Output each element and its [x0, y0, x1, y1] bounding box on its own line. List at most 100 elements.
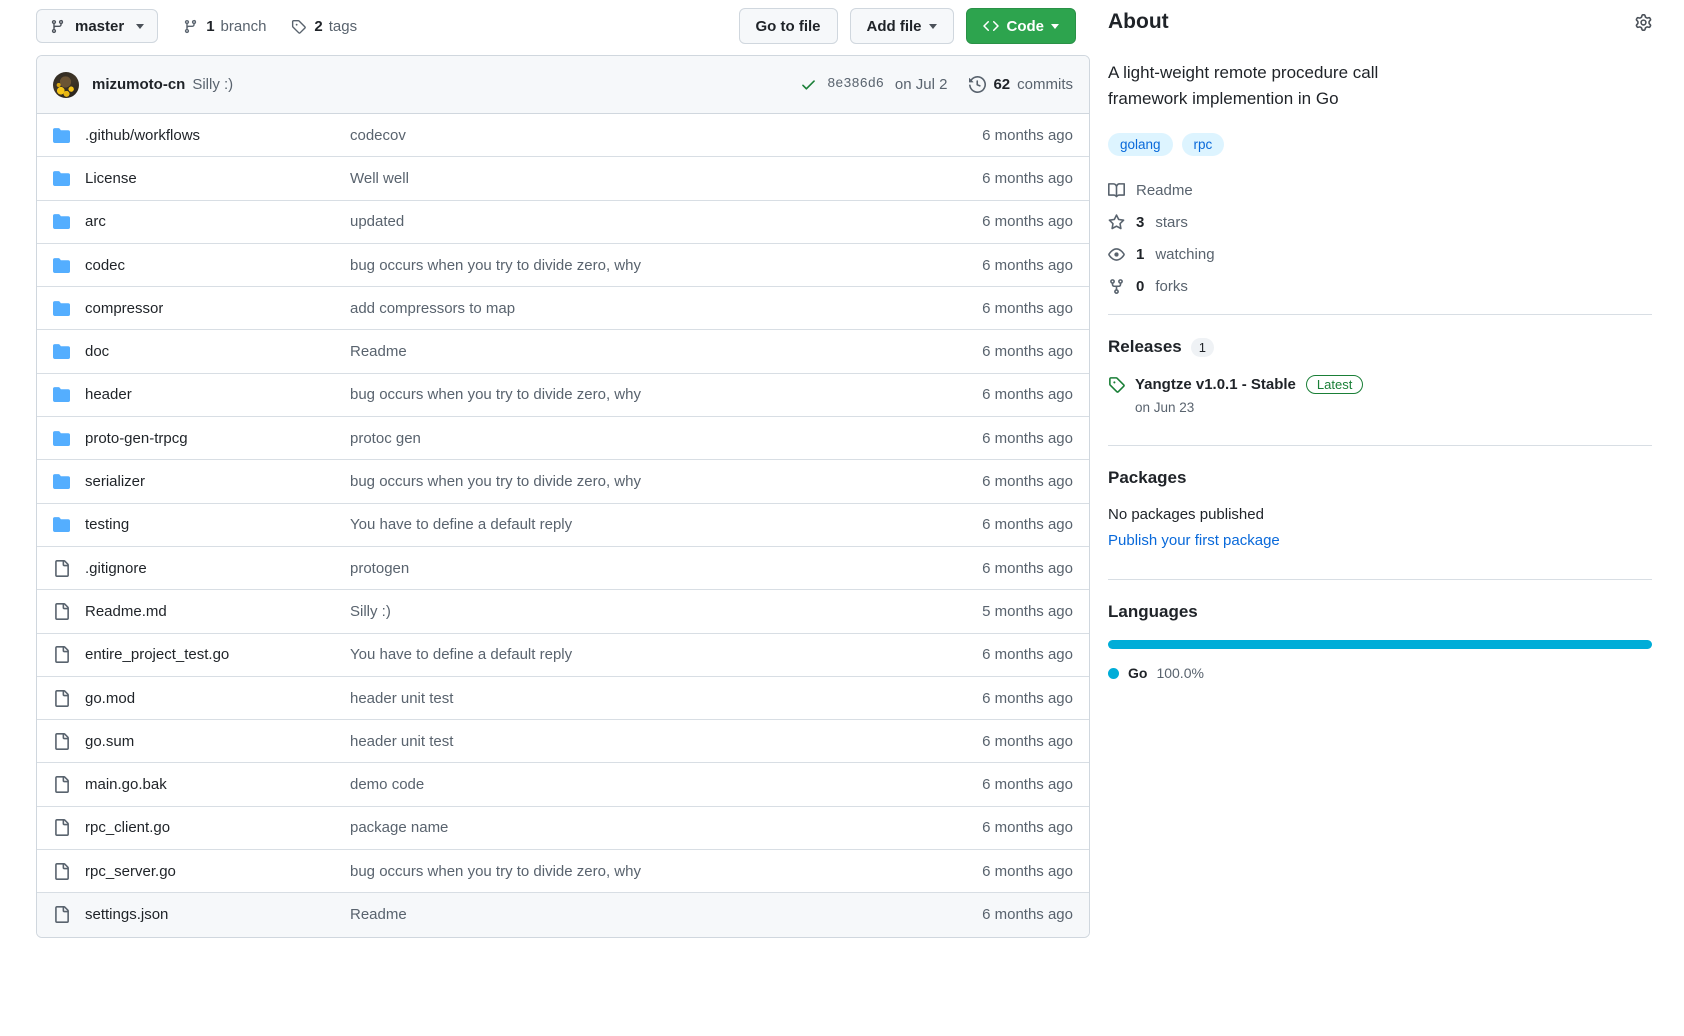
- file-name[interactable]: settings.json: [85, 906, 168, 923]
- stat-label: stars: [1155, 214, 1188, 231]
- table-row[interactable]: Readme.md Silly :) 5 months ago: [37, 590, 1089, 634]
- commit-author[interactable]: mizumoto-cn: [92, 76, 185, 93]
- file-name[interactable]: compressor: [85, 300, 163, 317]
- file-name[interactable]: arc: [85, 213, 106, 230]
- table-row[interactable]: settings.json Readme 6 months ago: [37, 893, 1089, 937]
- table-row[interactable]: go.sum header unit test 6 months ago: [37, 720, 1089, 764]
- commit-message[interactable]: codecov: [350, 127, 982, 144]
- commit-message[interactable]: demo code: [350, 776, 982, 793]
- about-stat-Readme[interactable]: Readme: [1108, 182, 1652, 199]
- commit-message[interactable]: Readme: [350, 906, 982, 923]
- table-row[interactable]: serializer bug occurs when you try to div…: [37, 460, 1089, 504]
- file-name[interactable]: entire_project_test.go: [85, 646, 229, 663]
- tag-icon: [1108, 376, 1125, 393]
- file-name[interactable]: rpc_server.go: [85, 863, 176, 880]
- file-name[interactable]: testing: [85, 516, 129, 533]
- file-name-cell: main.go.bak: [53, 776, 350, 794]
- file-name[interactable]: .gitignore: [85, 560, 147, 577]
- table-row[interactable]: .github/workflows codecov 6 months ago: [37, 114, 1089, 158]
- commit-message[interactable]: header unit test: [350, 733, 982, 750]
- latest-release[interactable]: Yangtze v1.0.1 - Stable Latest: [1108, 375, 1652, 394]
- commit-message[interactable]: package name: [350, 819, 982, 836]
- releases-title[interactable]: Releases: [1108, 337, 1182, 357]
- table-row[interactable]: main.go.bak demo code 6 months ago: [37, 763, 1089, 807]
- table-row[interactable]: testing You have to define a default repl…: [37, 504, 1089, 547]
- repository-page: master 1 branch 2 tags Go to file Add fi…: [0, 0, 1684, 1036]
- commit-message[interactable]: updated: [350, 213, 982, 230]
- table-row[interactable]: codec bug occurs when you try to divide z…: [37, 244, 1089, 288]
- commit-message[interactable]: bug occurs when you try to divide zero, …: [350, 386, 982, 403]
- file-name[interactable]: Readme.md: [85, 603, 167, 620]
- file-name[interactable]: License: [85, 170, 137, 187]
- file-icon: [53, 906, 70, 924]
- table-row[interactable]: compressor add compressors to map 6 months…: [37, 287, 1089, 331]
- commit-message[interactable]: add compressors to map: [350, 300, 982, 317]
- table-row[interactable]: .gitignore protogen 6 months ago: [37, 547, 1089, 591]
- table-row[interactable]: proto-gen-trpcg protoc gen 6 months ago: [37, 417, 1089, 461]
- language-legend-item[interactable]: Go 100.0%: [1108, 665, 1652, 681]
- tags-count-link[interactable]: 2 tags: [291, 18, 357, 35]
- star-icon: [1108, 214, 1125, 231]
- packages-title[interactable]: Packages: [1108, 468, 1186, 488]
- file-name[interactable]: .github/workflows: [85, 127, 200, 144]
- table-row[interactable]: License Well well 6 months ago: [37, 157, 1089, 201]
- file-name[interactable]: codec: [85, 257, 125, 274]
- table-row[interactable]: header bug occurs when you try to divide …: [37, 374, 1089, 418]
- file-name[interactable]: doc: [85, 343, 109, 360]
- table-row[interactable]: doc Readme 6 months ago: [37, 330, 1089, 374]
- commit-message[interactable]: Silly :): [192, 76, 233, 93]
- about-stat-watching[interactable]: 1 watching: [1108, 246, 1652, 263]
- check-icon[interactable]: [800, 76, 817, 93]
- commit-message[interactable]: You have to define a default reply: [350, 516, 982, 533]
- table-row[interactable]: entire_project_test.go You have to define…: [37, 634, 1089, 677]
- commit-message[interactable]: bug occurs when you try to divide zero, …: [350, 257, 982, 274]
- branches-count: 1: [206, 17, 215, 35]
- commit-message[interactable]: bug occurs when you try to divide zero, …: [350, 863, 982, 880]
- file-name[interactable]: main.go.bak: [85, 776, 167, 793]
- folder-icon: [53, 343, 70, 360]
- go-to-file-label: Go to file: [755, 17, 821, 35]
- file-name[interactable]: header: [85, 386, 132, 403]
- commit-message[interactable]: protoc gen: [350, 430, 982, 447]
- commit-message[interactable]: bug occurs when you try to divide zero, …: [350, 473, 982, 490]
- about-description: A light-weight remote procedure call fra…: [1108, 63, 1379, 108]
- file-name-cell: codec: [53, 257, 350, 274]
- topic-tag[interactable]: golang: [1108, 133, 1173, 156]
- publish-package-link[interactable]: Publish your first package: [1108, 532, 1652, 549]
- release-name[interactable]: Yangtze v1.0.1 - Stable: [1135, 376, 1296, 393]
- gear-icon[interactable]: [1635, 13, 1652, 31]
- branch-selector-button[interactable]: master: [36, 9, 159, 43]
- commit-message[interactable]: header unit test: [350, 690, 982, 707]
- file-name[interactable]: go.mod: [85, 690, 135, 707]
- stat-value: 1: [1136, 246, 1145, 263]
- commit-message[interactable]: Well well: [350, 170, 982, 187]
- language-bar-segment[interactable]: [1108, 640, 1652, 649]
- commit-message[interactable]: Silly :): [350, 603, 982, 620]
- topic-tag[interactable]: rpc: [1181, 133, 1225, 156]
- avatar: [53, 71, 79, 98]
- commits-count-link[interactable]: 62 commits: [969, 76, 1073, 93]
- commit-message[interactable]: You have to define a default reply: [350, 646, 982, 663]
- add-file-button[interactable]: Add file: [849, 8, 954, 44]
- commits-label: commits: [1017, 76, 1073, 93]
- about-stat-forks[interactable]: 0 forks: [1108, 278, 1652, 295]
- go-to-file-button[interactable]: Go to file: [738, 8, 838, 44]
- file-name[interactable]: rpc_client.go: [85, 819, 170, 836]
- commit-message[interactable]: Readme: [350, 343, 982, 360]
- file-name[interactable]: serializer: [85, 473, 145, 490]
- code-button[interactable]: Code: [965, 8, 1076, 44]
- file-name-cell: Readme.md: [53, 602, 350, 620]
- branches-count-link[interactable]: 1 branch: [183, 18, 266, 35]
- git-branch-icon: [50, 19, 67, 34]
- commit-message[interactable]: protogen: [350, 560, 982, 577]
- commit-sha[interactable]: 8e386d6: [827, 77, 884, 92]
- table-row[interactable]: rpc_client.go package name 6 months ago: [37, 807, 1089, 851]
- table-row[interactable]: arc updated 6 months ago: [37, 201, 1089, 244]
- file-name[interactable]: go.sum: [85, 733, 134, 750]
- table-row[interactable]: go.mod header unit test 6 months ago: [37, 677, 1089, 721]
- about-stat-stars[interactable]: 3 stars: [1108, 214, 1652, 231]
- commit-age: 5 months ago: [982, 602, 1073, 620]
- file-name[interactable]: proto-gen-trpcg: [85, 430, 188, 447]
- table-row[interactable]: rpc_server.go bug occurs when you try to …: [37, 850, 1089, 894]
- packages-empty-text: No packages published: [1108, 506, 1264, 523]
